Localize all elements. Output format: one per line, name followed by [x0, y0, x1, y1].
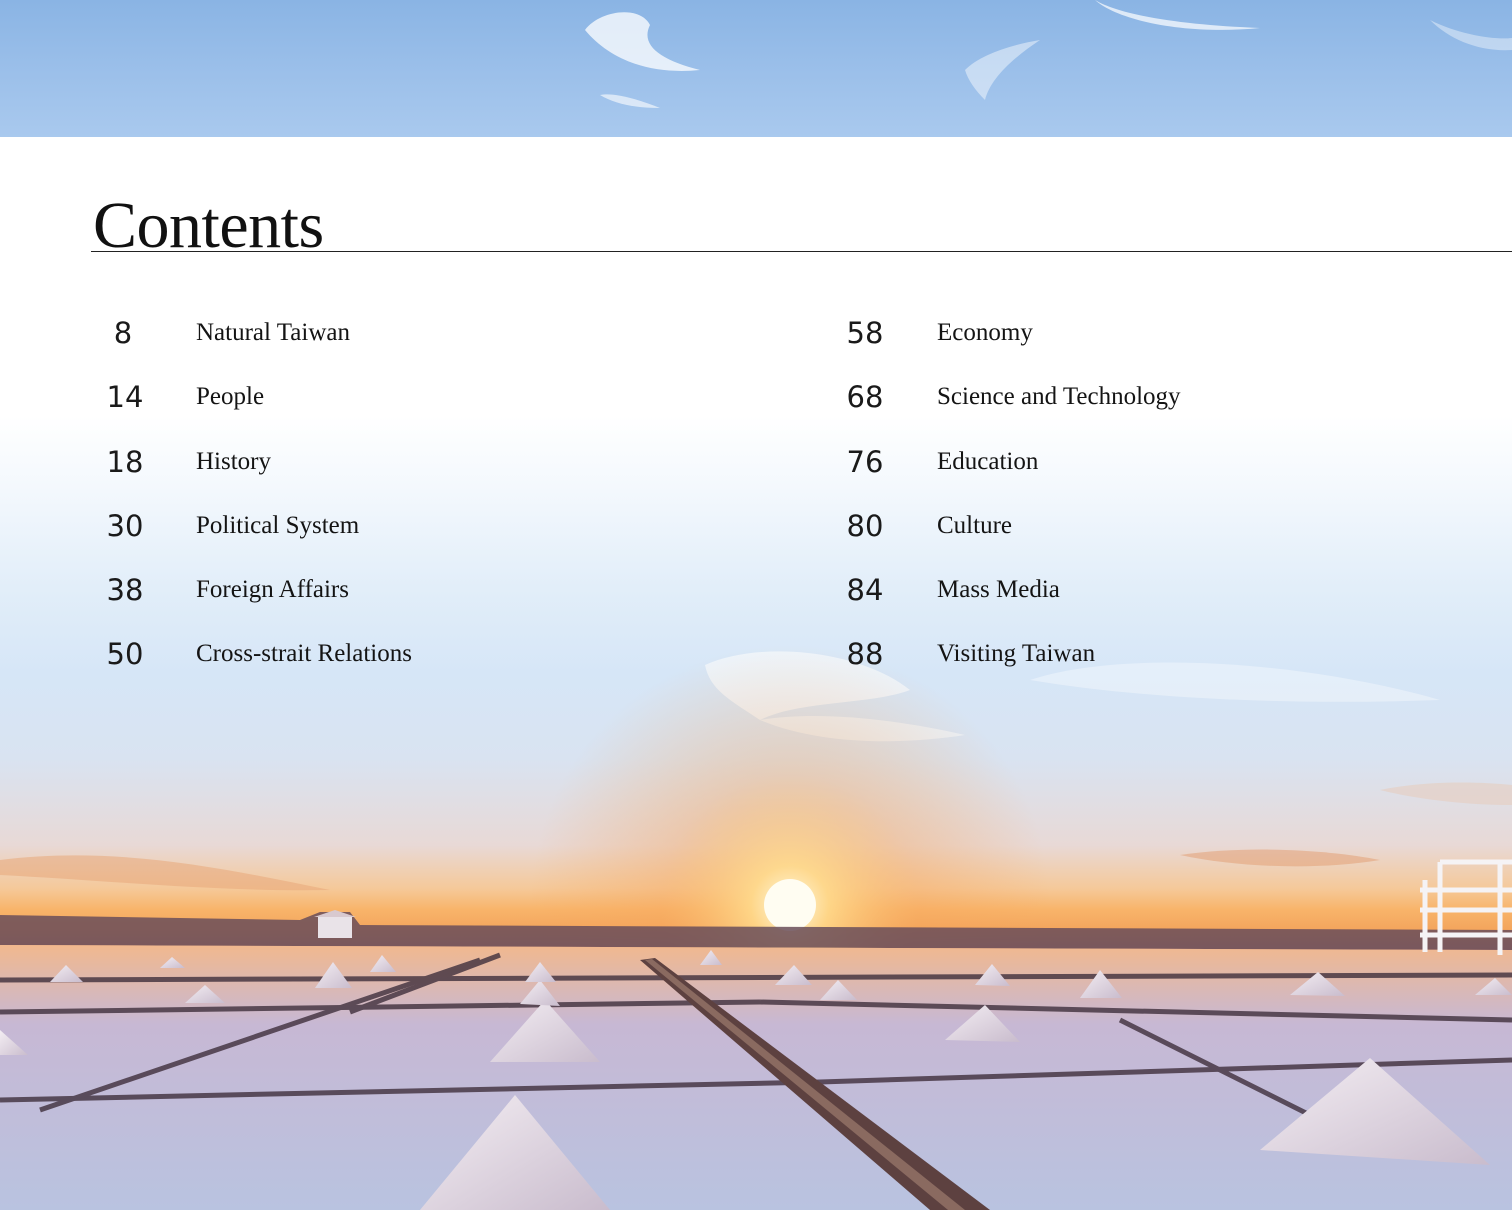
page-number: 14 — [106, 380, 144, 414]
section-title: Cross-strait Relations — [196, 640, 412, 667]
section-title: Science and Technology — [937, 383, 1181, 410]
title-underline — [91, 251, 1512, 252]
page-number: 76 — [846, 445, 884, 479]
section-title: Natural Taiwan — [196, 319, 350, 346]
page-number: 30 — [106, 509, 144, 543]
page-number: 50 — [106, 637, 144, 671]
page-number: 84 — [846, 573, 884, 607]
page-number: 38 — [106, 573, 144, 607]
page-number: 58 — [846, 316, 884, 350]
page-number: 18 — [106, 445, 144, 479]
section-title: Visiting Taiwan — [937, 640, 1096, 667]
section-title: People — [196, 383, 265, 410]
page-number: 8 — [113, 316, 133, 350]
section-title: Culture — [937, 512, 1012, 539]
page-number: 80 — [846, 509, 884, 543]
section-title: Mass Media — [937, 576, 1060, 603]
section-title: Foreign Affairs — [196, 576, 349, 603]
page-number: 68 — [846, 380, 884, 414]
section-title: Political System — [196, 512, 360, 539]
section-title: Economy — [937, 319, 1033, 346]
page-number: 88 — [846, 637, 884, 671]
header-sky-image — [0, 0, 1512, 137]
section-title: History — [196, 448, 271, 475]
section-title: Education — [937, 448, 1039, 475]
sky-clouds — [585, 0, 1512, 108]
